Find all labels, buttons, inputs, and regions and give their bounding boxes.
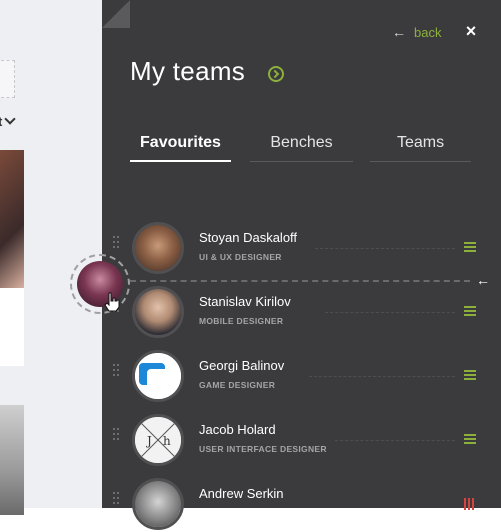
svg-text:J: J (145, 434, 152, 448)
menu-icon[interactable] (464, 370, 476, 380)
member-role: UI & UX DESIGNER (199, 252, 282, 262)
drag-handle-icon[interactable] (113, 236, 119, 256)
close-button[interactable]: × (462, 21, 480, 41)
list-item[interactable]: J h Jacob Holard USER INTERFACE DESIGNER (113, 414, 501, 468)
close-icon: × (465, 21, 477, 41)
tab-label: Teams (396, 134, 445, 151)
background-card-photo (0, 405, 24, 515)
back-link[interactable]: ← back (392, 24, 441, 40)
back-label: back (414, 24, 442, 40)
tab-underline (130, 160, 231, 162)
tab-underline (370, 161, 471, 162)
list-item[interactable]: Andrew Serkin (113, 478, 501, 532)
member-role: GAME DESIGNER (199, 380, 276, 390)
background-sort-dropdown: t (0, 113, 17, 129)
list-item[interactable]: Stanislav Kirilov MOBILE DESIGNER (113, 286, 501, 340)
back-arrow-icon: ← (392, 24, 406, 40)
svg-text:h: h (163, 434, 171, 448)
panel-corner-fold (102, 0, 130, 28)
list-item[interactable]: Stoyan Daskaloff UI & UX DESIGNER (113, 222, 501, 276)
divider (309, 376, 455, 377)
tab-underline (250, 161, 353, 162)
drag-handle-icon[interactable] (113, 492, 119, 512)
hand-cursor-icon (104, 292, 120, 312)
avatar (132, 286, 184, 338)
member-role: USER INTERFACE DESIGNER (199, 444, 327, 454)
drop-indicator (130, 280, 470, 282)
drop-arrow-icon: ← (476, 272, 490, 288)
avatar (132, 478, 184, 530)
chevron-down-icon (4, 113, 17, 125)
member-name: Jacob Holard (199, 422, 276, 437)
divider (325, 312, 455, 313)
tab-favourites[interactable]: Favourites (130, 134, 231, 162)
drag-handle-icon[interactable] (113, 428, 119, 448)
monogram-icon: J h (135, 417, 181, 463)
background-input (0, 60, 15, 98)
tab-label: Benches (270, 134, 333, 151)
tab-benches[interactable]: Benches (250, 134, 353, 162)
menu-icon[interactable] (464, 242, 476, 252)
menu-icon[interactable] (464, 434, 476, 444)
member-name: Stanislav Kirilov (199, 294, 291, 309)
avatar: J h (132, 414, 184, 466)
avatar (132, 222, 184, 274)
menu-icon[interactable] (464, 306, 476, 316)
member-role: MOBILE DESIGNER (199, 316, 284, 326)
member-name: Stoyan Daskaloff (199, 230, 298, 245)
member-name: Andrew Serkin (199, 486, 284, 501)
divider (315, 248, 455, 249)
menu-icon[interactable] (464, 498, 476, 510)
page-title: My teams (130, 56, 246, 86)
drag-handle-icon[interactable] (113, 364, 119, 384)
dragged-avatar[interactable] (70, 254, 130, 314)
chevron-circle-icon[interactable] (268, 66, 284, 82)
tab-teams[interactable]: Teams (370, 134, 471, 162)
avatar (132, 350, 184, 402)
divider (335, 440, 455, 441)
member-name: Georgi Balinov (199, 358, 285, 373)
background-photo (0, 150, 24, 288)
list-item[interactable]: Georgi Balinov GAME DESIGNER (113, 350, 501, 404)
tab-label: Favourites (140, 134, 221, 151)
